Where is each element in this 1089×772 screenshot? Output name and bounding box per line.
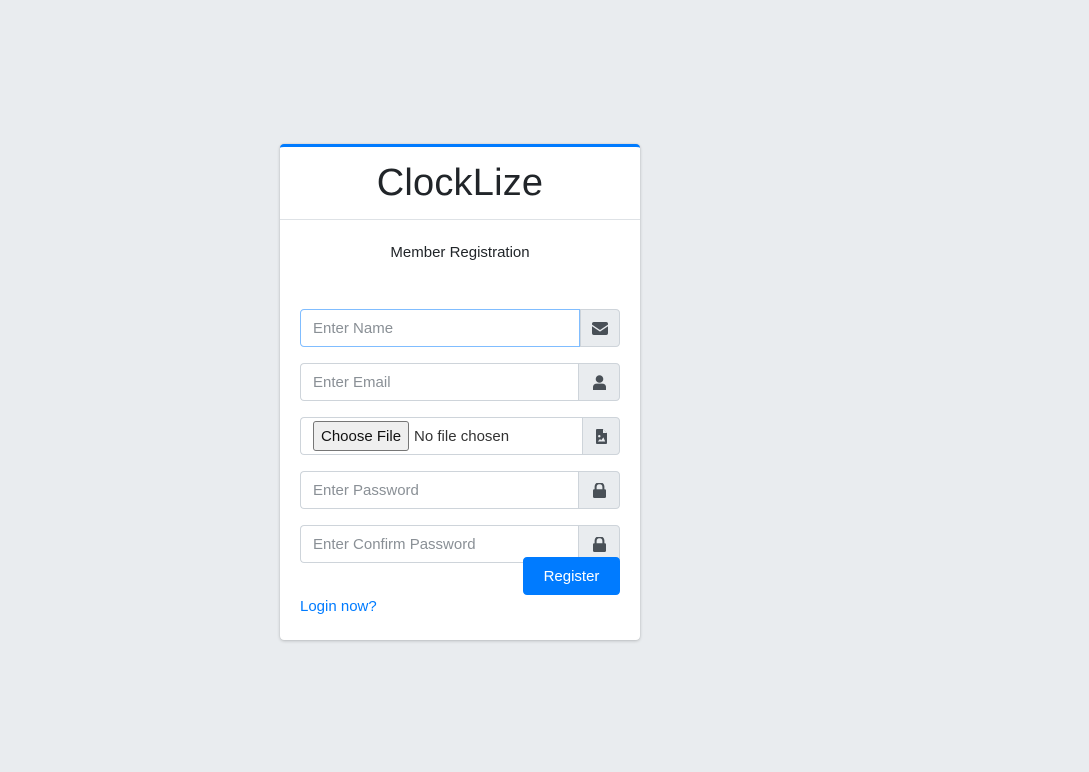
choose-file-button[interactable]: Choose File [313,421,410,451]
file-input[interactable]: Choose File No file chosen [300,417,582,455]
lock-icon [592,482,606,498]
registration-card: ClockLize Member Registration Enter Name… [280,144,640,640]
name-addon [580,309,620,347]
card-body: Member Registration Enter Name Enter Ema… [280,244,640,563]
password-addon [578,471,620,509]
lock-icon [592,536,606,552]
email-addon [578,363,620,401]
name-input-group [300,309,620,347]
email-input[interactable] [300,363,578,401]
file-status-text: No file chosen [414,427,510,445]
brand-logo-link[interactable]: ClockLize [377,163,544,203]
envelope-icon [592,321,608,335]
email-input-group [300,363,620,401]
register-button[interactable]: Register [523,557,620,595]
password-input-group [300,471,620,509]
user-icon [592,374,606,390]
card-header: ClockLize [280,147,640,220]
name-input[interactable] [300,309,580,347]
file-image-icon [595,428,607,444]
file-input-group: Choose File No file chosen [300,417,620,455]
file-addon [582,417,620,455]
login-now-link[interactable]: Login now? [300,598,377,615]
password-input[interactable] [300,471,578,509]
registration-subtitle: Member Registration [390,244,530,261]
